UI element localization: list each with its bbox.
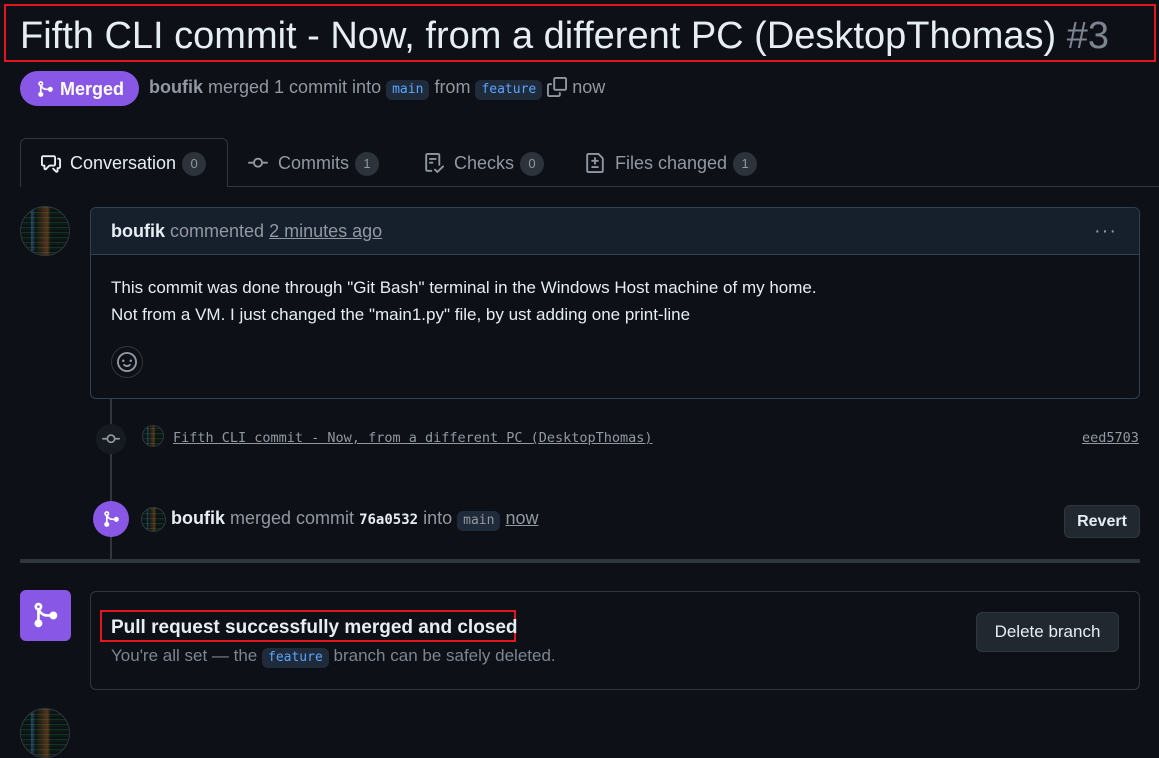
pr-number: #3 — [1066, 15, 1109, 57]
pr-author-link[interactable]: boufik — [149, 77, 203, 97]
merge-sub-before: You're all set — the — [111, 646, 258, 665]
add-reaction-button[interactable] — [111, 346, 143, 378]
tab-files-changed-count: 1 — [733, 152, 758, 176]
file-diff-icon — [586, 153, 604, 173]
commit-message-link[interactable]: Fifth CLI commit - Now, from a different… — [173, 430, 653, 446]
tab-commits-label: Commits — [278, 153, 349, 173]
delete-branch-button[interactable]: Delete branch — [976, 612, 1119, 652]
pr-title-highlight: Fifth CLI commit - Now, from a different… — [4, 4, 1156, 62]
git-commit-icon — [248, 157, 268, 168]
merge-into: into — [423, 508, 453, 528]
merged-state-badge: Merged — [20, 71, 139, 106]
merge-status-title: Pull request successfully merged and clo… — [111, 617, 518, 638]
comment-header: boufik commented 2 minutes ago ··· — [91, 208, 1139, 255]
merge-time-link[interactable]: now — [505, 508, 538, 528]
from-text: from — [434, 77, 471, 97]
commit-avatar[interactable] — [142, 425, 164, 447]
comment-meta: boufik commented 2 minutes ago — [111, 221, 382, 242]
merge-event-node — [93, 501, 129, 537]
comment-discussion-icon — [41, 155, 61, 173]
merge-sub-branch[interactable]: feature — [262, 648, 329, 668]
pr-merge-text: merged 1 commit into — [208, 77, 382, 97]
tab-commits-count: 1 — [355, 152, 379, 176]
base-branch-label[interactable]: main — [386, 80, 430, 100]
next-avatar[interactable] — [20, 708, 70, 758]
tab-conversation-label: Conversation — [70, 153, 177, 173]
smiley-icon — [117, 352, 137, 372]
merge-sub-after: branch can be safely deleted. — [333, 646, 556, 665]
revert-button[interactable]: Revert — [1064, 505, 1140, 538]
tab-conversation[interactable]: Conversation 0 — [20, 138, 228, 187]
git-merge-icon — [34, 602, 58, 628]
kebab-menu-icon[interactable]: ··· — [1094, 220, 1117, 243]
comment-line-1: This commit was done through "Git Bash" … — [111, 278, 817, 297]
tab-conversation-count: 0 — [182, 152, 207, 176]
commit-node — [96, 424, 126, 454]
git-commit-icon — [102, 434, 120, 444]
comment-action: commented — [170, 221, 265, 241]
copy-icon[interactable] — [547, 77, 568, 97]
pr-title-text: Fifth CLI commit - Now, from a different… — [20, 15, 1057, 57]
merge-status-subtitle: You're all set — the feature branch can … — [111, 646, 556, 668]
git-merge-icon — [104, 511, 119, 527]
merged-label: Merged — [60, 79, 125, 99]
merged-status-icon — [20, 590, 71, 641]
merge-avatar[interactable] — [141, 507, 166, 532]
pr-meta: boufik merged 1 commit into main from fe… — [149, 77, 605, 100]
comment-author-link[interactable]: boufik — [111, 221, 165, 241]
checklist-icon — [425, 153, 444, 173]
head-branch-label[interactable]: feature — [475, 80, 543, 100]
commit-sha-link[interactable]: eed5703 — [1082, 430, 1139, 446]
comment-body: This commit was done through "Git Bash" … — [111, 274, 817, 328]
pr-time: now — [572, 77, 606, 97]
tab-files-changed-label: Files changed — [615, 153, 728, 173]
merge-action: merged commit — [230, 508, 355, 528]
tab-checks-count: 0 — [520, 152, 545, 176]
tab-checks-label: Checks — [454, 153, 515, 173]
timeline-divider — [20, 559, 1140, 563]
avatar[interactable] — [20, 206, 70, 256]
comment-box: boufik commented 2 minutes ago ··· This … — [90, 207, 1140, 399]
comment-line-2: Not from a VM. I just changed the "main1… — [111, 305, 691, 324]
merge-branch-label[interactable]: main — [457, 511, 501, 531]
comment-time-link[interactable]: 2 minutes ago — [269, 221, 382, 241]
git-merge-icon — [38, 81, 53, 97]
merge-commit-sha[interactable]: 76a0532 — [359, 512, 418, 528]
merge-event-text: boufik merged commit 76a0532 into main n… — [171, 508, 539, 531]
merge-author-link[interactable]: boufik — [171, 508, 225, 528]
pr-title: Fifth CLI commit - Now, from a different… — [20, 14, 1109, 58]
